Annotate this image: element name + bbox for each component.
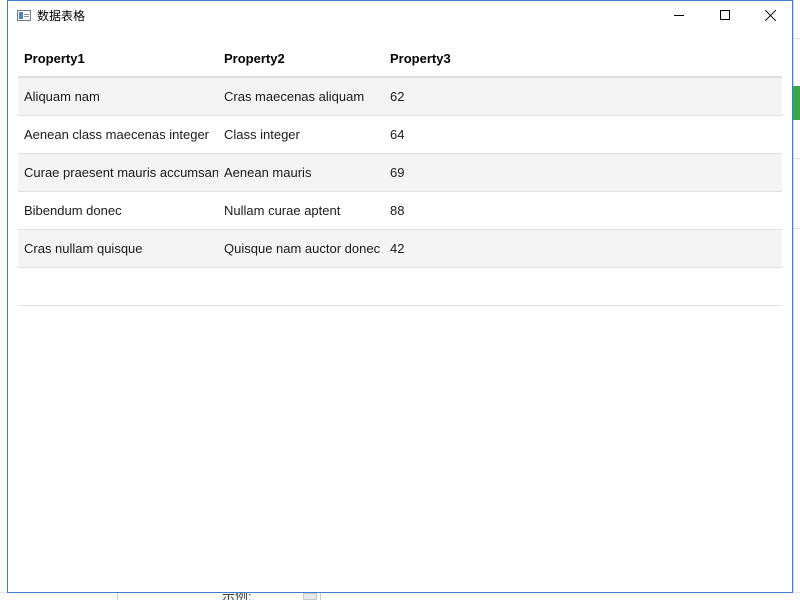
- background-divider: [794, 158, 800, 159]
- table-cell[interactable]: Curae praesent mauris accumsan: [18, 154, 218, 191]
- table-cell[interactable]: Aenean mauris: [218, 154, 384, 191]
- window-app-icon: [17, 10, 31, 21]
- table-row[interactable]: Bibendum donec Nullam curae aptent 88: [18, 192, 782, 230]
- table-cell[interactable]: Cras maecenas aliquam: [218, 78, 384, 115]
- column-header-property3[interactable]: Property3: [384, 41, 782, 76]
- table-cell[interactable]: Bibendum donec: [18, 192, 218, 229]
- table-cell[interactable]: 69: [384, 154, 782, 191]
- table-row[interactable]: Cras nullam quisque Quisque nam auctor d…: [18, 230, 782, 268]
- maximize-button[interactable]: [702, 1, 748, 31]
- close-icon: [764, 9, 777, 22]
- table-cell[interactable]: 64: [384, 116, 782, 153]
- grid-header-row: Property1 Property2 Property3: [18, 41, 782, 78]
- table-cell[interactable]: 62: [384, 78, 782, 115]
- data-grid[interactable]: Property1 Property2 Property3 Aliquam na…: [18, 41, 782, 306]
- new-item-row[interactable]: [18, 268, 782, 306]
- window-title: 数据表格: [37, 9, 86, 23]
- table-cell[interactable]: 42: [384, 230, 782, 267]
- title-bar[interactable]: 数据表格: [8, 1, 792, 31]
- table-cell[interactable]: Cras nullam quisque: [18, 230, 218, 267]
- table-cell[interactable]: Nullam curae aptent: [218, 192, 384, 229]
- background-green-indicator: [793, 86, 800, 120]
- background-divider: [794, 38, 800, 39]
- table-row[interactable]: Curae praesent mauris accumsan Aenean ma…: [18, 154, 782, 192]
- background-separator: [117, 593, 118, 600]
- data-grid-window: 数据表格 Property1 Property2 Property3 Aliqu…: [7, 0, 793, 593]
- table-row[interactable]: Aenean class maecenas integer Class inte…: [18, 116, 782, 154]
- table-cell[interactable]: Aliquam nam: [18, 78, 218, 115]
- column-header-property1[interactable]: Property1: [18, 41, 218, 76]
- minimize-button[interactable]: [656, 1, 702, 31]
- table-row[interactable]: Aliquam nam Cras maecenas aliquam 62: [18, 78, 782, 116]
- column-header-property2[interactable]: Property2: [218, 41, 384, 76]
- close-button[interactable]: [747, 1, 793, 31]
- minimize-icon: [674, 15, 684, 16]
- background-scroll-box: [303, 593, 317, 600]
- table-cell[interactable]: Aenean class maecenas integer: [18, 116, 218, 153]
- background-separator: [320, 593, 321, 600]
- table-cell[interactable]: Class integer: [218, 116, 384, 153]
- table-cell[interactable]: 88: [384, 192, 782, 229]
- table-cell[interactable]: Quisque nam auctor donec: [218, 230, 384, 267]
- maximize-icon: [720, 10, 730, 20]
- background-divider: [794, 228, 800, 229]
